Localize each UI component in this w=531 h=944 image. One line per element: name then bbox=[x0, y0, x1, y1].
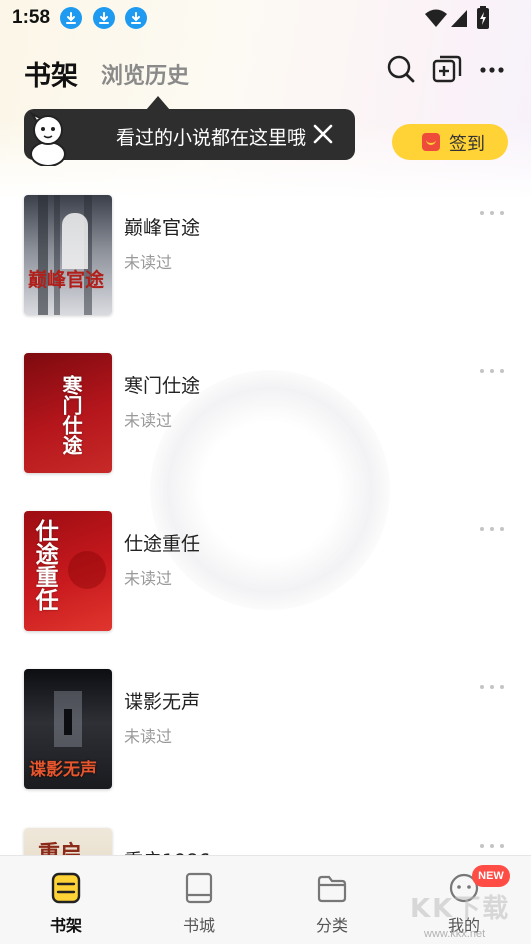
book-cover-title: 寒门仕途 bbox=[59, 375, 83, 455]
status-time: 1:58 bbox=[12, 7, 51, 28]
search-icon[interactable] bbox=[386, 54, 416, 84]
download-icon bbox=[93, 7, 115, 29]
list-item[interactable]: 寒门仕途 寒门仕途 未读过 bbox=[0, 353, 531, 483]
tab-browse-history[interactable]: 浏览历史 bbox=[101, 58, 189, 90]
book-title: 巅峰官途 bbox=[124, 217, 201, 239]
page-title[interactable]: 书架 bbox=[24, 54, 78, 93]
book-status: 未读过 bbox=[124, 411, 173, 430]
checkin-button[interactable]: 签到 bbox=[392, 124, 508, 160]
nav-item-category[interactable]: 分类 bbox=[282, 856, 382, 944]
book-status: 未读过 bbox=[124, 253, 173, 272]
more-icon[interactable] bbox=[478, 842, 506, 850]
wifi-icon bbox=[425, 9, 447, 27]
more-icon[interactable] bbox=[478, 525, 506, 533]
nav-label: 书城 bbox=[182, 916, 215, 935]
signal-icon bbox=[451, 10, 467, 27]
book-cover-title: 仕途重任 bbox=[31, 519, 59, 611]
more-icon[interactable] bbox=[478, 367, 506, 375]
red-envelope-icon bbox=[422, 133, 440, 151]
book-status: 未读过 bbox=[124, 569, 173, 588]
book-cover[interactable]: 寒门仕途 bbox=[24, 353, 112, 473]
close-icon[interactable] bbox=[311, 122, 335, 146]
tooltip-text: 看过的小说都在这里哦 bbox=[116, 127, 307, 149]
mascot-icon bbox=[29, 112, 66, 166]
download-icon bbox=[60, 7, 82, 29]
more-icon[interactable] bbox=[478, 54, 508, 84]
list-item[interactable]: 巅峰官途 巅峰官途 未读过 bbox=[0, 195, 531, 325]
new-badge: NEW bbox=[472, 865, 510, 887]
book-cover-title: 巅峰官途 bbox=[28, 269, 105, 291]
book-title: 谍影无声 bbox=[124, 691, 201, 713]
checkin-label: 签到 bbox=[449, 134, 485, 155]
book-cover[interactable]: 仕途重任 bbox=[24, 511, 112, 631]
add-icon[interactable] bbox=[432, 54, 462, 84]
bookshelf-icon bbox=[51, 872, 81, 904]
book-cover[interactable]: 巅峰官途 bbox=[24, 195, 112, 315]
nav-label: 书架 bbox=[49, 916, 82, 935]
more-icon[interactable] bbox=[478, 683, 506, 691]
nav-item-bookshelf[interactable]: 书架 bbox=[16, 856, 116, 944]
list-item[interactable]: 仕途重任 仕途重任 未读过 bbox=[0, 511, 531, 641]
book-cover[interactable]: 谍影无声 bbox=[24, 669, 112, 789]
nav-label: 分类 bbox=[315, 916, 348, 935]
folder-icon bbox=[317, 875, 347, 903]
book-icon bbox=[185, 872, 213, 904]
watermark-url: www.kkx.net bbox=[424, 928, 486, 940]
book-cover-title: 谍影无声 bbox=[29, 760, 97, 780]
download-icon bbox=[125, 7, 147, 29]
book-status: 未读过 bbox=[124, 727, 173, 746]
status-bar: 1:58 bbox=[0, 0, 531, 36]
book-title: 寒门仕途 bbox=[124, 375, 201, 397]
list-item[interactable]: 谍影无声 谍影无声 未读过 bbox=[0, 669, 531, 799]
nav-item-bookstore[interactable]: 书城 bbox=[149, 856, 249, 944]
tooltip-arrow bbox=[146, 96, 170, 110]
more-icon[interactable] bbox=[478, 209, 506, 217]
battery-charging-icon bbox=[477, 6, 489, 29]
watermark-text: KK下载 bbox=[410, 894, 511, 924]
book-title: 仕途重任 bbox=[124, 533, 201, 555]
